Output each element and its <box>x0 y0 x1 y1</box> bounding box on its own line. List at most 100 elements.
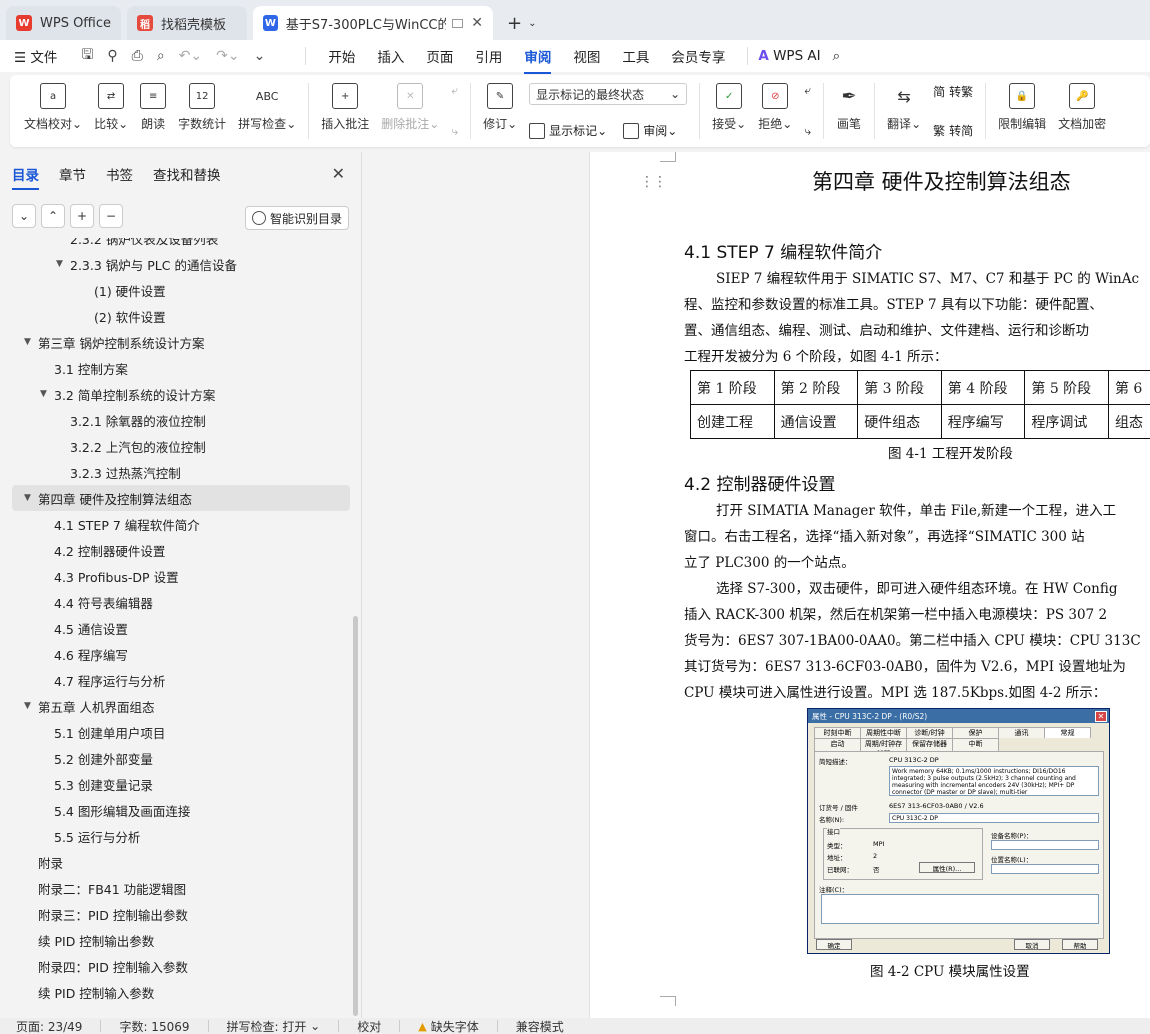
expand-arrow-icon[interactable]: ▼ <box>24 493 38 503</box>
menu-tools[interactable]: 工具 <box>622 46 649 66</box>
menu-references[interactable]: 引用 <box>475 46 502 66</box>
toc-item[interactable]: 5.2 创建外部变量 <box>0 745 362 771</box>
compat-mode-status[interactable]: 兼容模式 <box>516 1018 564 1034</box>
toc-item[interactable]: 3.2.2 上汽包的液位控制 <box>0 433 362 459</box>
smart-toc-button[interactable]: 智能识别目录 <box>244 206 349 230</box>
next-comment-icon[interactable]: ⤷ <box>451 124 458 139</box>
toc-item[interactable]: 3.1 控制方案 <box>0 355 362 381</box>
add-heading-icon[interactable]: + <box>70 204 94 228</box>
restrict-edit-button[interactable]: 🔒 限制编辑 <box>998 83 1046 132</box>
tab-current-document[interactable]: W 基于S7-300PLC与WinCC的D ✕ <box>253 6 494 40</box>
redo-icon[interactable]: ↷⌄ <box>216 48 239 64</box>
menu-member[interactable]: 会员专享 <box>671 46 725 66</box>
toc-item[interactable]: 3.2.3 过热蒸汽控制 <box>0 459 362 485</box>
scrollbar[interactable] <box>353 616 358 1016</box>
toc-item[interactable]: 附录四：PID 控制输入参数 <box>0 953 362 979</box>
word-count[interactable]: 字数: 15069 <box>119 1018 189 1034</box>
proofread-status[interactable]: 校对 <box>357 1018 381 1034</box>
toc-item[interactable]: 4.3 Profibus-DP 设置 <box>0 563 362 589</box>
menu-home[interactable]: 开始 <box>328 46 355 66</box>
search-icon[interactable]: ⌕ <box>833 48 841 64</box>
monitor-icon[interactable] <box>452 18 464 28</box>
toc-item[interactable]: 附录 <box>0 849 362 875</box>
toc-item[interactable]: ▼ 3.2 简单控制系统的设计方案 <box>0 381 362 407</box>
compare-button[interactable]: ⇄ 比较⌄ <box>94 83 128 132</box>
wps-ai-button[interactable]: A WPS AI <box>758 48 820 64</box>
toc-item[interactable]: ▼ 第三章 锅炉控制系统设计方案 <box>0 329 362 355</box>
menu-review[interactable]: 审阅 <box>524 46 552 74</box>
reject-button[interactable]: ⊘ 拒绝⌄ <box>758 83 792 132</box>
toc-item[interactable]: ▼ 第四章 硬件及控制算法组态 <box>12 485 350 511</box>
to-simplified-button[interactable]: 繁转简 <box>933 122 973 139</box>
document-page[interactable]: ⋮⋮ 第四章 硬件及控制算法组态 4.1 STEP 7 编程软件简介 SIEP … <box>589 152 1150 1018</box>
menu-insert[interactable]: 插入 <box>377 46 404 66</box>
doc-check-button[interactable]: a 文档校对⌄ <box>24 83 82 132</box>
toc-item[interactable]: 续 PID 控制输入参数 <box>0 979 362 1005</box>
prev-comment-icon[interactable]: ⤶ <box>451 83 458 98</box>
cloud-icon[interactable]: ⚲ <box>107 48 117 64</box>
expand-arrow-icon[interactable]: ▼ <box>56 259 70 269</box>
accept-button[interactable]: ✓ 接受⌄ <box>712 83 746 132</box>
collapse-down-icon[interactable]: ⌄ <box>12 204 36 228</box>
toc-item[interactable]: 3.2.1 除氧器的液位控制 <box>0 407 362 433</box>
tab-chapters[interactable]: 章节 <box>59 164 86 184</box>
show-markup-button[interactable]: 显示标记 ⌄ <box>529 122 607 139</box>
toc-item[interactable]: 5.3 创建变量记录 <box>0 771 362 797</box>
toc-item[interactable]: 续 PID 控制输出参数 <box>0 927 362 953</box>
print-preview-icon[interactable]: ⌕ <box>157 48 165 64</box>
chevron-down-icon[interactable]: ⌄ <box>528 18 536 29</box>
revise-button[interactable]: ✎ 修订⌄ <box>483 83 517 132</box>
tab-toc[interactable]: 目录 <box>12 164 39 190</box>
close-tab-icon[interactable]: ✕ <box>471 15 483 31</box>
read-aloud-button[interactable]: ≡ 朗读 <box>140 83 167 132</box>
toc-item[interactable]: 4.7 程序运行与分析 <box>0 667 362 693</box>
undo-icon[interactable]: ↶⌄ <box>179 48 202 64</box>
menu-page[interactable]: 页面 <box>426 46 453 66</box>
remove-heading-icon[interactable]: − <box>99 204 123 228</box>
delete-comment-button[interactable]: ✕ 删除批注⌄ <box>381 83 439 132</box>
toc-item[interactable]: 4.4 符号表编辑器 <box>0 589 362 615</box>
expand-up-icon[interactable]: ⌃ <box>41 204 65 228</box>
prev-change-icon[interactable]: ⤶ <box>804 83 811 98</box>
tab-find-replace[interactable]: 查找和替换 <box>153 164 221 184</box>
spell-check-status[interactable]: 拼写检查: 打开 ⌄ <box>227 1018 321 1034</box>
toc-item[interactable]: (2) 软件设置 <box>0 303 362 329</box>
to-traditional-button[interactable]: 简转繁 <box>933 83 973 100</box>
expand-arrow-icon[interactable]: ▼ <box>24 337 38 347</box>
file-menu[interactable]: ☰ 文件 <box>14 46 57 66</box>
new-tab-button[interactable]: + ⌄ <box>499 6 544 40</box>
translate-button[interactable]: ⇆ 翻译⌄ <box>887 83 921 132</box>
toc-item[interactable]: 附录二：FB41 功能逻辑图 <box>0 875 362 901</box>
tab-wps-office[interactable]: W WPS Office <box>6 6 122 40</box>
doc-encrypt-button[interactable]: 🔑 文档加密 <box>1058 83 1106 132</box>
next-change-icon[interactable]: ⤷ <box>804 124 811 139</box>
expand-arrow-icon[interactable]: ▼ <box>24 701 38 711</box>
toc-item[interactable]: ▼ 2.3.3 锅炉与 PLC 的通信设备 <box>0 251 362 277</box>
expand-arrow-icon[interactable]: ▼ <box>40 389 54 399</box>
save-icon[interactable]: 🖫 <box>81 44 93 68</box>
toc-item[interactable]: (1) 硬件设置 <box>0 277 362 303</box>
missing-font-status[interactable]: ▲ 缺失字体 <box>418 1018 478 1034</box>
menu-view[interactable]: 视图 <box>573 46 600 66</box>
markup-mode-select[interactable]: 显示标记的最终状态 ⌄ <box>529 83 688 105</box>
toc-item[interactable]: 5.1 创建单用户项目 <box>0 719 362 745</box>
toc-item[interactable]: 4.2 控制器硬件设置 <box>0 537 362 563</box>
spell-check-button[interactable]: ABC 拼写检查⌄ <box>238 83 296 132</box>
review-pane-button[interactable]: 审阅 ⌄ <box>623 122 677 139</box>
tab-bookmarks[interactable]: 书签 <box>106 164 133 184</box>
pen-button[interactable]: ✒ 画笔 <box>836 83 862 132</box>
tab-docer-templates[interactable]: 稻 找稻壳模板 <box>127 6 248 40</box>
cpu-properties-figure[interactable]: 属性 - CPU 313C-2 DP - (R0/S2) ✕ 时刻中断 周期性中断… <box>807 708 1110 954</box>
page-indicator[interactable]: 页面: 23/49 <box>16 1018 82 1034</box>
toc-item[interactable]: 4.5 通信设置 <box>0 615 362 641</box>
print-icon[interactable]: ⎙ <box>132 48 143 64</box>
toc-item[interactable]: 5.4 图形编辑及画面连接 <box>0 797 362 823</box>
toc-item[interactable]: 5.5 运行与分析 <box>0 823 362 849</box>
toc-item[interactable]: 4.1 STEP 7 编程软件简介 <box>0 511 362 537</box>
toc-item[interactable]: ▼ 第五章 人机界面组态 <box>0 693 362 719</box>
close-pane-icon[interactable]: ✕ <box>332 164 345 183</box>
more-chevron-icon[interactable]: ⌄ <box>254 48 266 64</box>
drag-handle-icon[interactable]: ⋮⋮ <box>640 174 667 190</box>
word-count-button[interactable]: 12 字数统计 <box>178 83 226 132</box>
insert-comment-button[interactable]: + 插入批注 <box>321 83 369 132</box>
